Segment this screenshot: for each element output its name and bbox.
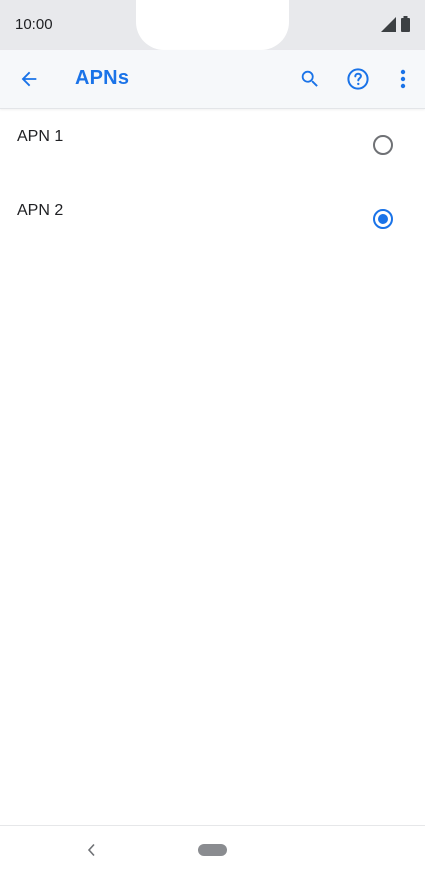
apn-label: APN 1 xyxy=(17,128,64,145)
back-button[interactable] xyxy=(14,64,44,94)
help-button[interactable] xyxy=(343,64,373,94)
radio-selected-icon[interactable] xyxy=(372,208,394,230)
nav-back-icon xyxy=(87,843,95,857)
status-icons xyxy=(381,16,410,32)
home-pill-icon[interactable] xyxy=(198,844,227,856)
arrow-back-icon xyxy=(21,71,37,87)
more-options-button[interactable] xyxy=(388,64,418,94)
status-time: 10:00 xyxy=(15,16,53,33)
apn-item-2[interactable]: APN 2 xyxy=(0,183,425,257)
status-bar: 10:00 xyxy=(0,0,425,50)
search-icon xyxy=(301,70,318,87)
apn-list: APN 1 APN 2 xyxy=(0,109,425,257)
display-notch xyxy=(136,0,289,50)
battery-icon xyxy=(401,16,410,32)
app-bar: APNs xyxy=(0,50,425,109)
search-button[interactable] xyxy=(295,64,325,94)
radio-unselected-icon[interactable] xyxy=(372,134,394,156)
more-vert-icon xyxy=(400,69,406,89)
apn-item-1[interactable]: APN 1 xyxy=(0,109,425,183)
help-icon xyxy=(347,68,369,90)
cellular-signal-icon xyxy=(381,16,396,32)
nav-back-button[interactable] xyxy=(83,840,101,860)
apn-label: APN 2 xyxy=(17,202,64,219)
navigation-bar xyxy=(0,825,425,875)
page-title: APNs xyxy=(75,67,130,89)
